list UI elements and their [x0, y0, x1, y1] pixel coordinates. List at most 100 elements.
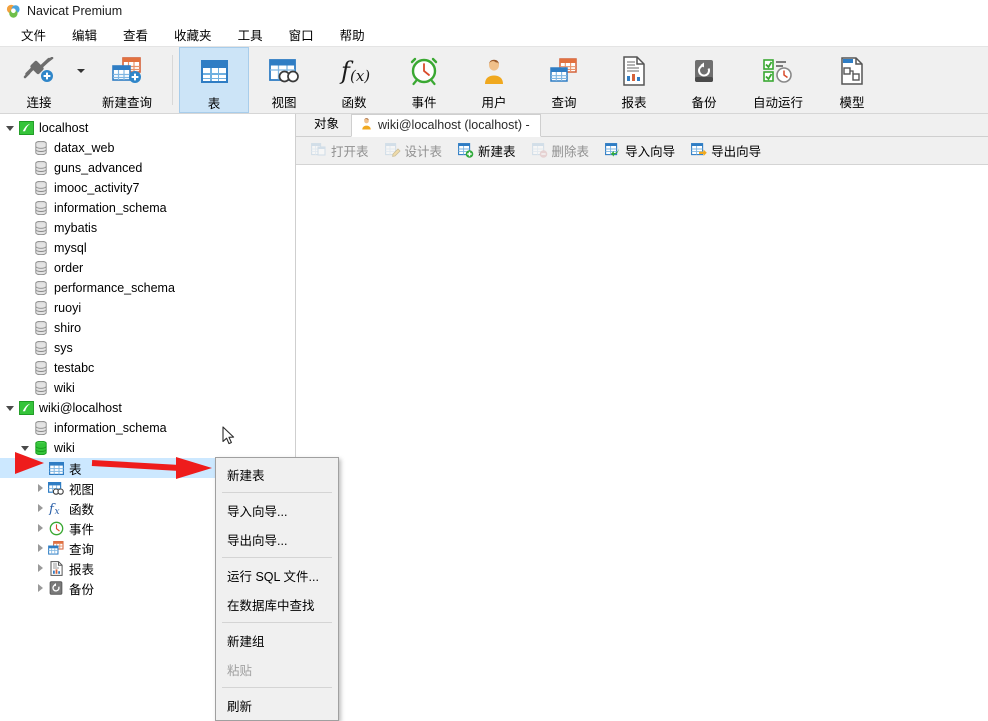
right-pane: 对象 wiki@localhost (localhost) - 打开表 设计表 新建…	[296, 114, 988, 700]
tree-node-label: guns_advanced	[54, 161, 143, 175]
context-menu-item-1[interactable]: 导入向导...	[216, 496, 338, 525]
context-menu-item-6: 粘贴	[227, 664, 253, 678]
object-toolbar-button-5[interactable]: 导出向导	[684, 138, 768, 163]
event-clock-icon	[49, 521, 64, 536]
object-list-area	[296, 165, 988, 700]
tree-node-label: order	[54, 261, 84, 275]
object-toolbar-label: 新建表	[478, 145, 516, 159]
tree-node-ruoyi[interactable]: ruoyi	[0, 298, 295, 318]
tab-strip: 对象 wiki@localhost (localhost) -	[296, 114, 988, 137]
backup-icon	[49, 581, 63, 595]
view-icon	[269, 54, 299, 87]
tree-node-label: 函数	[69, 502, 95, 517]
database-icon	[35, 381, 47, 395]
tree-node-icon-wrap	[32, 241, 50, 255]
menu-favorites[interactable]: 收藏夹	[161, 23, 225, 46]
tree-node-imooc_activity7[interactable]: imooc_activity7	[0, 178, 295, 198]
export-wizard-icon	[691, 143, 707, 158]
backup-icon	[690, 54, 718, 87]
tree-node-sys[interactable]: sys	[0, 338, 295, 358]
tree-node-label: 查询	[69, 542, 95, 557]
tree-node-icon-wrap	[32, 421, 50, 435]
menu-window[interactable]: 窗口	[276, 23, 327, 46]
tree-node-shiro[interactable]: shiro	[0, 318, 295, 338]
chevron-right-icon[interactable]	[33, 584, 47, 592]
tree-node-icon-wrap: f x	[47, 501, 65, 515]
query-icon	[48, 541, 64, 555]
tree-node-performance_schema[interactable]: performance_schema	[0, 278, 295, 298]
tree-node-wiki[interactable]: wiki	[0, 378, 295, 398]
tree-node-wiki@localhost[interactable]: wiki@localhost	[0, 398, 295, 418]
context-menu-item-7[interactable]: 刷新	[216, 691, 338, 720]
chevron-down-icon[interactable]	[3, 125, 17, 131]
function-fx-icon: f (x)	[337, 54, 371, 87]
menu-bar: 文件 编辑 查看 收藏夹 工具 窗口 帮助	[0, 22, 988, 46]
svg-text:(x): (x)	[350, 67, 370, 85]
context-menu-item-4[interactable]: 在数据库中查找	[216, 590, 338, 619]
tree-node-testabc[interactable]: testabc	[0, 358, 295, 378]
tree-node-mybatis[interactable]: mybatis	[0, 218, 295, 238]
tree-node-label: 视图	[69, 482, 95, 497]
toolbar-button-new-query[interactable]: 新建查询	[88, 47, 166, 113]
report-icon	[621, 54, 647, 87]
context-menu-item-3[interactable]: 运行 SQL 文件...	[216, 561, 338, 590]
table-icon	[48, 461, 64, 475]
tree-node-icon-wrap	[32, 221, 50, 235]
menu-tools[interactable]: 工具	[225, 23, 276, 46]
object-toolbar-label: 设计表	[404, 145, 443, 159]
context-menu[interactable]: 新建表导入向导... 导出向导... 运行 SQL 文件... 在数据库中查找 新建组粘…	[215, 457, 339, 721]
toolbar-button-model[interactable]: 模型	[817, 47, 887, 113]
main-toolbar: 连接 新建查询 表 视图 f (x) 函数 事件 用户 查询 报表 备份 自动运…	[0, 46, 988, 114]
toolbar-button-report[interactable]: 报表	[599, 47, 669, 113]
chevron-right-icon[interactable]	[33, 524, 47, 532]
tree-node-datax_web[interactable]: datax_web	[0, 138, 295, 158]
chevron-down-icon[interactable]	[18, 445, 32, 451]
tree-node-wiki[interactable]: wiki	[0, 438, 295, 458]
toolbar-button-automation[interactable]: 自动运行	[739, 47, 817, 113]
tree-node-localhost[interactable]: localhost	[0, 118, 295, 138]
navicat-logo-icon	[6, 4, 21, 19]
chevron-down-icon[interactable]	[3, 405, 17, 411]
context-menu-item-2[interactable]: 导出向导...	[216, 525, 338, 554]
chevron-right-icon[interactable]	[33, 504, 47, 512]
object-toolbar-button-4[interactable]: 导入向导	[598, 138, 682, 163]
tree-node-label: mybatis	[54, 221, 98, 235]
tree-node-order[interactable]: order	[0, 258, 295, 278]
chevron-right-icon[interactable]	[33, 564, 47, 572]
tree-node-icon-wrap	[32, 381, 50, 395]
context-menu-item-0[interactable]: 新建表	[216, 460, 338, 489]
menu-edit[interactable]: 编辑	[59, 23, 110, 46]
tree-node-information_schema[interactable]: information_schema	[0, 198, 295, 218]
toolbar-button-table[interactable]: 表	[179, 47, 249, 113]
tree-node-mysql[interactable]: mysql	[0, 238, 295, 258]
tree-node-icon-wrap	[32, 141, 50, 155]
chevron-right-icon[interactable]	[33, 484, 47, 492]
object-toolbar-button-2[interactable]: 新建表	[451, 138, 523, 163]
automation-icon	[762, 54, 794, 87]
chevron-right-icon[interactable]	[33, 544, 47, 552]
menu-file[interactable]: 文件	[8, 23, 59, 46]
context-menu-item-5[interactable]: 新建组	[216, 626, 338, 655]
tree-node-guns_advanced[interactable]: guns_advanced	[0, 158, 295, 178]
toolbar-label-function: 函数	[341, 96, 367, 110]
database-icon	[35, 141, 47, 155]
tab-active-connection[interactable]: wiki@localhost (localhost) -	[351, 114, 541, 137]
menu-help[interactable]: 帮助	[327, 23, 378, 46]
toolbar-button-query[interactable]: 查询	[529, 47, 599, 113]
toolbar-button-event[interactable]: 事件	[389, 47, 459, 113]
connection-dropdown-arrow[interactable]	[74, 47, 88, 113]
toolbar-button-backup[interactable]: 备份	[669, 47, 739, 113]
import-wizard-icon	[605, 143, 621, 158]
toolbar-button-connection[interactable]: 连接	[4, 47, 74, 113]
menu-view[interactable]: 查看	[110, 23, 161, 46]
tree-node-icon-wrap	[32, 341, 50, 355]
object-toolbar-button-3: 删除表	[525, 138, 597, 163]
toolbar-button-view[interactable]: 视图	[249, 47, 319, 113]
tree-node-information_schema[interactable]: information_schema	[0, 418, 295, 438]
object-toolbar: 打开表 设计表 新建表 删除表 导入向导 导出向导	[296, 137, 988, 165]
report-icon	[50, 560, 63, 576]
tab-objects[interactable]: 对象	[302, 110, 351, 136]
toolbar-button-user[interactable]: 用户	[459, 47, 529, 113]
toolbar-button-function[interactable]: f (x) 函数	[319, 47, 389, 113]
tree-node-label: testabc	[54, 361, 95, 375]
